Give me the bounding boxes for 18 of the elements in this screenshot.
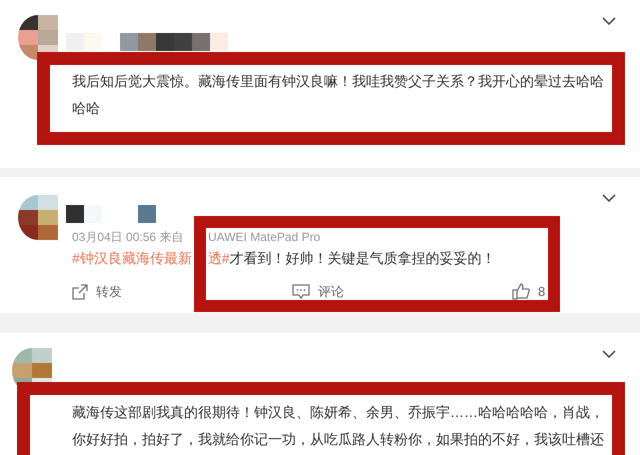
hashtag-link[interactable]: #钟汉良藏海传最新 [72,248,192,268]
share-icon[interactable] [72,284,88,300]
comment-icon[interactable] [292,284,310,300]
chevron-down-icon[interactable] [602,349,616,359]
repost-button[interactable]: 转发 [96,284,122,299]
comment-button[interactable]: 评论 [318,284,344,299]
hashtag-link[interactable]: 透# [208,248,230,268]
comment-text: 才看到！好帅！关键是气质拿捏的妥妥的！ [230,249,496,268]
comment-text: 我后知后觉大震惊。藏海传里面有钟汉良嘛！我哇我赞父子关系？我开心的晕过去哈哈 哈哈 [72,72,605,118]
avatar-drawing [18,195,58,240]
comment-text: 藏海传这部剧我真的很期待！钟汉良、陈妍希、余男、乔振宇……哈哈哈哈哈，肖战， 你好好拍，拍好了，我就给你记一功，从吃瓜路人转粉你，如果拍的不好，我该吐槽还 [72,403,605,449]
like-count: 8 [538,284,546,299]
avatar-drawing [18,15,58,60]
chevron-down-icon[interactable] [602,193,616,203]
chevron-down-icon[interactable] [602,16,616,26]
post-time: 03月04日 00:56 来自 [72,230,184,244]
device-source[interactable]: UAWEI MatePad Pro [208,230,320,244]
thumbs-up-icon[interactable] [512,283,530,300]
